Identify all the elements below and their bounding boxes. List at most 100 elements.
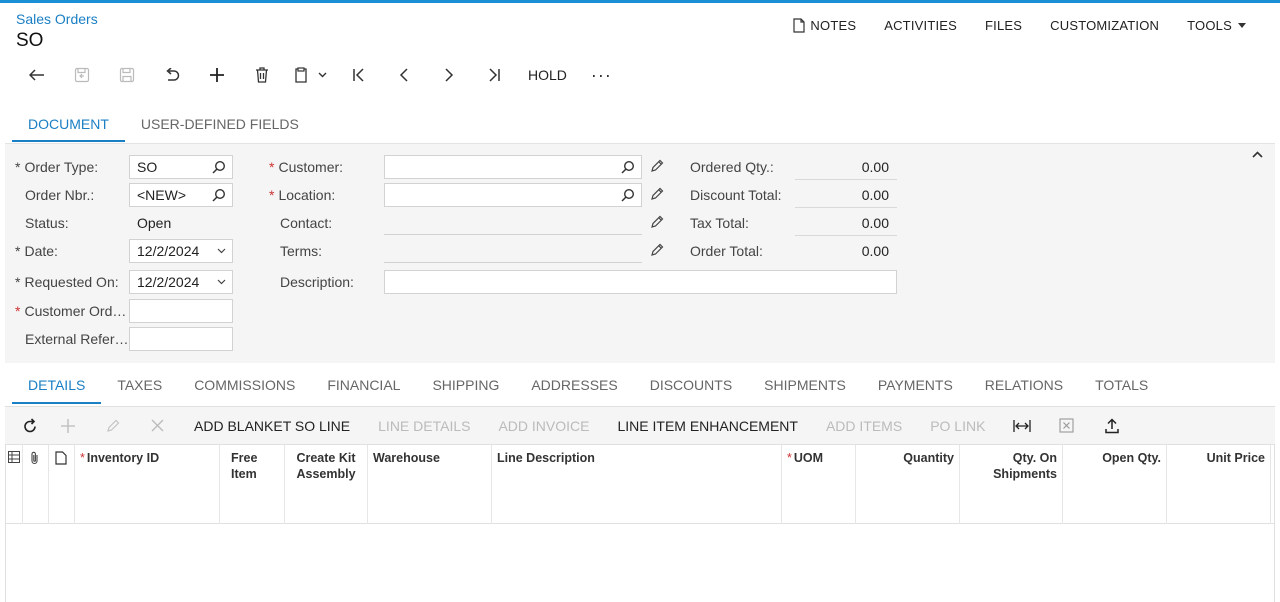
tab-commissions[interactable]: COMMISSIONS — [178, 370, 311, 404]
save-close-button[interactable] — [59, 62, 104, 88]
col-attachments[interactable] — [23, 445, 49, 524]
save-button[interactable] — [104, 62, 149, 88]
col-selector[interactable] — [6, 445, 23, 524]
description-field[interactable] — [384, 270, 897, 294]
date-field[interactable]: 12/2/2024 — [129, 239, 233, 263]
order-nbr-field[interactable]: <NEW> — [129, 183, 233, 207]
chevron-right-icon — [444, 68, 453, 82]
terms-field[interactable] — [384, 239, 642, 263]
top-menu: NOTES ACTIVITIES FILES CUSTOMIZATION TOO… — [778, 16, 1264, 34]
chevron-down-icon — [318, 72, 326, 78]
edit-location-icon[interactable] — [650, 187, 664, 201]
order-type-field[interactable]: SO — [129, 155, 233, 179]
first-record-button[interactable] — [336, 62, 381, 88]
requested-on-field[interactable]: 12/2/2024 — [129, 270, 233, 294]
add-blanket-so-line-button[interactable]: ADD BLANKET SO LINE — [180, 418, 364, 434]
description-label: Description: — [280, 274, 354, 290]
line-item-enhancement-button[interactable]: LINE ITEM ENHANCEMENT — [603, 418, 811, 434]
notes-button[interactable]: NOTES — [778, 16, 870, 34]
refresh-button[interactable] — [15, 413, 45, 439]
tab-relations[interactable]: RELATIONS — [969, 370, 1079, 404]
location-field[interactable] — [384, 183, 642, 207]
tab-payments[interactable]: PAYMENTS — [862, 370, 969, 404]
files-button[interactable]: FILES — [971, 16, 1036, 34]
back-button[interactable] — [14, 62, 59, 88]
tab-addresses[interactable]: ADDRESSES — [515, 370, 633, 404]
form-tabs: DOCUMENT USER-DEFINED FIELDS — [12, 108, 315, 142]
next-record-button[interactable] — [426, 62, 471, 88]
more-button[interactable]: ··· — [579, 65, 624, 86]
customer-order-field[interactable] — [129, 299, 233, 323]
search-icon[interactable] — [212, 188, 226, 202]
copy-paste-button[interactable] — [284, 62, 336, 88]
search-icon[interactable] — [212, 160, 226, 174]
hold-button[interactable]: HOLD — [516, 67, 579, 83]
upload-button[interactable] — [1089, 413, 1134, 439]
document-form: * Order Type: SO Order Nbr.: <NEW> Status… — [5, 143, 1275, 363]
fit-width-icon — [1013, 419, 1031, 432]
notes-label: NOTES — [810, 17, 857, 33]
customer-field[interactable] — [384, 155, 642, 179]
external-ref-field[interactable] — [129, 327, 233, 351]
tab-financial[interactable]: FINANCIAL — [311, 370, 416, 404]
tab-document[interactable]: DOCUMENT — [12, 108, 125, 142]
tab-shipping[interactable]: SHIPPING — [416, 370, 515, 404]
save-icon — [119, 67, 134, 83]
fit-columns-button[interactable] — [999, 413, 1044, 439]
customization-button[interactable]: CUSTOMIZATION — [1036, 16, 1173, 34]
clipboard-icon — [294, 67, 307, 83]
col-line-description[interactable]: Line Description — [492, 445, 782, 524]
search-icon[interactable] — [621, 188, 635, 202]
tab-details[interactable]: DETAILS — [12, 370, 102, 404]
date-label: * Date: — [15, 243, 58, 259]
edit-terms-icon[interactable] — [650, 243, 664, 257]
chevron-down-icon[interactable] — [217, 248, 226, 254]
collapse-icon[interactable] — [1252, 151, 1263, 158]
col-inventory-id[interactable]: * Inventory ID — [75, 445, 220, 524]
chevron-down-icon[interactable] — [217, 279, 226, 285]
col-open-qty[interactable]: Open Qty. — [1063, 445, 1167, 524]
add-row-button[interactable] — [45, 413, 90, 439]
undo-button[interactable] — [149, 62, 194, 88]
main-toolbar: HOLD ··· — [14, 62, 624, 88]
tax-total-label: Tax Total: — [690, 215, 749, 231]
col-warehouse[interactable]: Warehouse — [368, 445, 492, 524]
previous-record-button[interactable] — [381, 62, 426, 88]
details-grid: * Inventory ID Free Item Create Kit Assem… — [5, 444, 1275, 602]
edit-row-button[interactable] — [90, 413, 135, 439]
files-label: FILES — [985, 17, 1023, 33]
col-qty-on-shipments[interactable]: Qty. On Shipments — [960, 445, 1063, 524]
add-invoice-button[interactable]: ADD INVOICE — [484, 418, 603, 434]
col-quantity[interactable]: Quantity — [856, 445, 960, 524]
tools-button[interactable]: TOOLS — [1173, 16, 1264, 34]
last-record-button[interactable] — [471, 62, 516, 88]
tab-user-defined-fields[interactable]: USER-DEFINED FIELDS — [125, 108, 315, 142]
col-create-kit-assembly[interactable]: Create Kit Assembly — [285, 445, 368, 524]
page-title: SO — [16, 30, 44, 51]
tab-shipments[interactable]: SHIPMENTS — [748, 370, 862, 404]
edit-contact-icon[interactable] — [650, 215, 664, 229]
line-details-button[interactable]: LINE DETAILS — [364, 418, 484, 434]
col-notes[interactable] — [49, 445, 75, 524]
col-unit-price[interactable]: Unit Price — [1167, 445, 1271, 524]
search-icon[interactable] — [621, 160, 635, 174]
add-button[interactable] — [194, 62, 239, 88]
tab-discounts[interactable]: DISCOUNTS — [634, 370, 748, 404]
grid-settings-icon — [8, 451, 20, 463]
grid-header: * Inventory ID Free Item Create Kit Assem… — [6, 444, 1274, 524]
breadcrumb[interactable]: Sales Orders — [16, 11, 98, 27]
activities-button[interactable]: ACTIVITIES — [870, 16, 971, 34]
delete-row-button[interactable] — [135, 413, 180, 439]
plus-icon — [209, 68, 224, 82]
delete-button[interactable] — [239, 62, 284, 88]
undo-icon — [165, 68, 179, 81]
col-uom[interactable]: * UOM — [782, 445, 856, 524]
tab-totals[interactable]: TOTALS — [1079, 370, 1164, 404]
col-free-item[interactable]: Free Item — [220, 445, 285, 524]
edit-customer-icon[interactable] — [650, 159, 664, 173]
add-items-button[interactable]: ADD ITEMS — [812, 418, 916, 434]
contact-field[interactable] — [384, 211, 642, 235]
export-excel-button[interactable] — [1044, 413, 1089, 439]
tab-taxes[interactable]: TAXES — [101, 370, 178, 404]
po-link-button[interactable]: PO LINK — [916, 418, 999, 434]
